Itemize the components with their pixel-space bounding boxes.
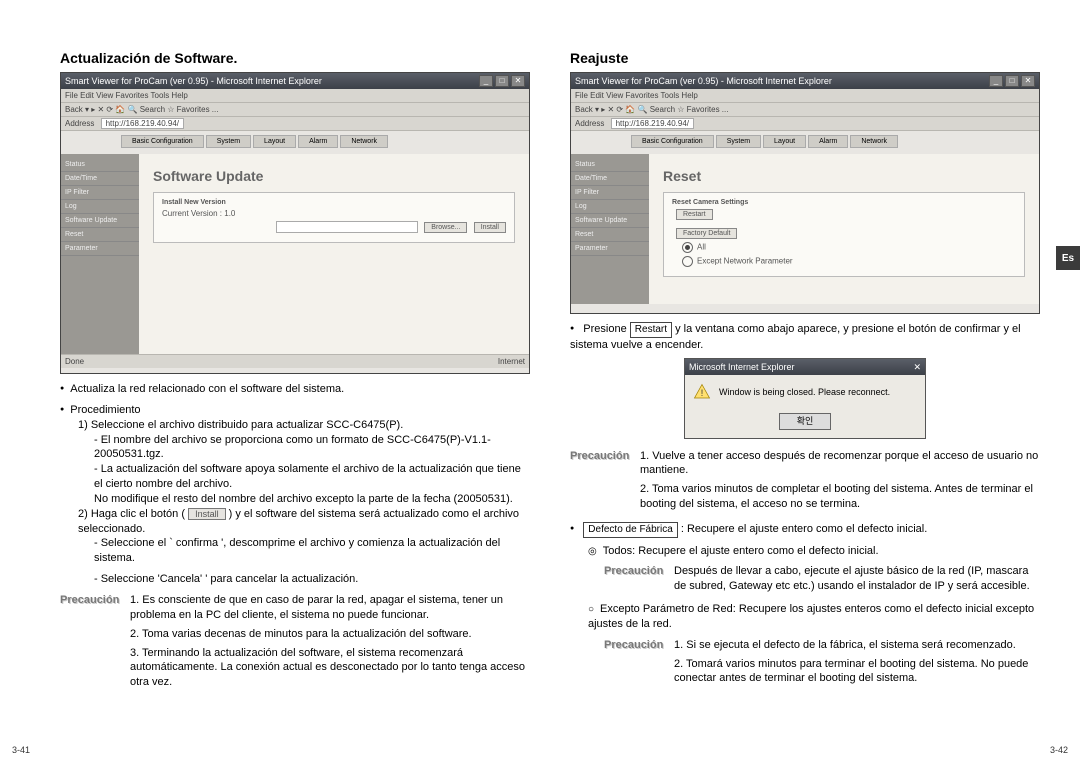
close-icon[interactable]: ✕: [511, 75, 525, 87]
sidebar-item[interactable]: Log: [571, 200, 649, 214]
tab-basic[interactable]: Basic Configuration: [121, 135, 204, 148]
sidebar-item[interactable]: Software Update: [571, 214, 649, 228]
tab-layout[interactable]: Layout: [763, 135, 806, 148]
sidebar-item[interactable]: Status: [571, 158, 649, 172]
language-tab: Es: [1056, 246, 1080, 270]
sidebar-item[interactable]: Log: [61, 200, 139, 214]
svg-text:!: !: [701, 388, 704, 398]
config-sidebar: Status Date/Time IP Filter Log Software …: [61, 154, 139, 354]
max-icon[interactable]: □: [1005, 75, 1019, 87]
config-sidebar: Status Date/Time IP Filter Log Software …: [571, 154, 649, 304]
sidebar-item[interactable]: Software Update: [61, 214, 139, 228]
window-buttons: _ □ ✕: [989, 75, 1035, 87]
browse-button[interactable]: Browse...: [424, 222, 467, 233]
window-title: Smart Viewer for ProCam (ver 0.95) - Mic…: [575, 76, 832, 86]
section-title-left: Actualización de Software.: [60, 50, 530, 66]
window-title: Smart Viewer for ProCam (ver 0.95) - Mic…: [65, 76, 322, 86]
tab-system[interactable]: System: [206, 135, 251, 148]
sidebar-item[interactable]: Date/Time: [61, 172, 139, 186]
menu-bar: File Edit View Favorites Tools Help: [571, 89, 1039, 103]
config-tabs: Basic Configuration System Layout Alarm …: [121, 135, 469, 148]
tab-network[interactable]: Network: [340, 135, 388, 148]
sidebar-item[interactable]: Status: [61, 158, 139, 172]
confirm-dialog: Microsoft Internet Explorer ✕ ! Window i…: [684, 358, 926, 438]
max-icon[interactable]: □: [495, 75, 509, 87]
restart-button[interactable]: Restart: [676, 209, 713, 220]
tab-alarm[interactable]: Alarm: [808, 135, 848, 148]
page-spread: Actualización de Software. Smart Viewer …: [0, 0, 1080, 700]
radio-except[interactable]: [682, 256, 693, 267]
dialog-ok-button[interactable]: 확인: [779, 413, 831, 429]
tab-alarm[interactable]: Alarm: [298, 135, 338, 148]
min-icon[interactable]: _: [479, 75, 493, 87]
precaution-label: Precaución: [604, 638, 674, 653]
precaution-label: Precaución: [60, 593, 130, 608]
screenshot-reset: Smart Viewer for ProCam (ver 0.95) - Mic…: [570, 72, 1040, 314]
sidebar-item[interactable]: Date/Time: [571, 172, 649, 186]
panel-heading: Software Update: [153, 168, 515, 184]
toolbar: Back ▾ ▸ ✕ ⟳ 🏠 🔍 Search ☆ Favorites ...: [61, 103, 529, 117]
address-bar: Address http://168.219.40.94/: [61, 117, 529, 131]
min-icon[interactable]: _: [989, 75, 1003, 87]
warning-icon: !: [693, 383, 711, 401]
tab-basic[interactable]: Basic Configuration: [631, 135, 714, 148]
tab-layout[interactable]: Layout: [253, 135, 296, 148]
left-page: Actualización de Software. Smart Viewer …: [60, 50, 530, 690]
address-bar: Address http://168.219.40.94/: [571, 117, 1039, 131]
sidebar-item[interactable]: IP Filter: [571, 186, 649, 200]
right-body-text: Presione Restart y la ventana como abajo…: [570, 322, 1040, 686]
tab-network[interactable]: Network: [850, 135, 898, 148]
factory-default-label: Defecto de Fábrica: [583, 522, 678, 538]
factory-default-button[interactable]: Factory Default: [676, 228, 737, 239]
page-number-left: 3-41: [12, 745, 30, 755]
reset-panel: Reset Camera Settings Restart Factory De…: [663, 192, 1025, 277]
config-tabs: Basic Configuration System Layout Alarm …: [631, 135, 979, 148]
panel-heading: Reset: [663, 168, 1025, 184]
install-button[interactable]: Install: [474, 222, 506, 233]
tab-system[interactable]: System: [716, 135, 761, 148]
status-zone: Internet: [498, 357, 525, 366]
sidebar-item[interactable]: Parameter: [571, 242, 649, 256]
page-number-right: 3-42: [1050, 745, 1068, 755]
sidebar-item[interactable]: Reset: [571, 228, 649, 242]
toolbar: Back ▾ ▸ ✕ ⟳ 🏠 🔍 Search ☆ Favorites ...: [571, 103, 1039, 117]
close-icon[interactable]: ✕: [913, 361, 921, 373]
window-buttons: _ □ ✕: [479, 75, 525, 87]
install-panel: Install New Version Current Version : 1.…: [153, 192, 515, 243]
sidebar-item[interactable]: Reset: [61, 228, 139, 242]
radio-all[interactable]: [682, 242, 693, 253]
left-body-text: Actualiza la red relacionado con el soft…: [60, 382, 530, 690]
sidebar-item[interactable]: IP Filter: [61, 186, 139, 200]
menu-bar: File Edit View Favorites Tools Help: [61, 89, 529, 103]
sidebar-item[interactable]: Parameter: [61, 242, 139, 256]
precaution-label: Precaución: [604, 564, 674, 579]
section-title-right: Reajuste: [570, 50, 1040, 66]
inline-install-button: Install: [188, 508, 226, 520]
right-page: Reajuste Smart Viewer for ProCam (ver 0.…: [570, 50, 1040, 690]
screenshot-software-update: Smart Viewer for ProCam (ver 0.95) - Mic…: [60, 72, 530, 374]
close-icon[interactable]: ✕: [1021, 75, 1035, 87]
status-done: Done: [65, 357, 84, 366]
precaution-label: Precaución: [570, 449, 640, 464]
inline-restart-button: Restart: [630, 322, 672, 338]
